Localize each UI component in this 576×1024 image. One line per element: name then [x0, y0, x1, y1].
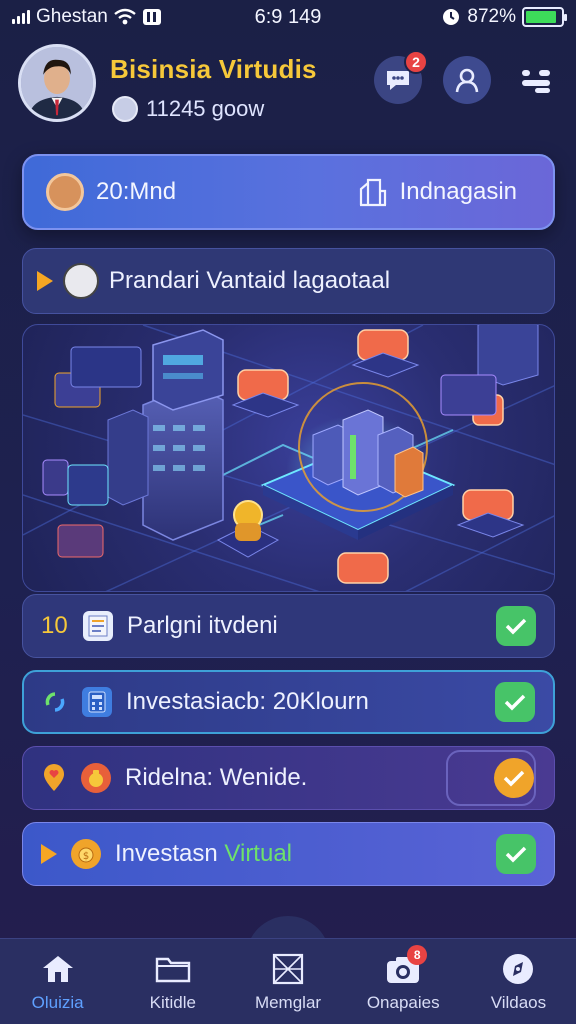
refresh-icon	[45, 692, 65, 712]
task-label: Investasiacb: 20Klourn	[126, 688, 369, 715]
wifi-icon	[114, 8, 136, 25]
svg-text:$: $	[83, 851, 89, 862]
bottom-nav: Oluizia Kitidle Memglar 8 Onapaies Vilda…	[0, 938, 576, 1024]
calculator-icon	[82, 687, 112, 717]
menu-dots-icon	[522, 70, 550, 93]
menu-button[interactable]	[512, 56, 560, 104]
profile-button[interactable]	[443, 56, 491, 104]
status-left: Ghestan	[12, 6, 162, 28]
check-icon[interactable]	[495, 682, 535, 722]
nav-item-map[interactable]: Memglar	[230, 939, 345, 1024]
user-avatar[interactable]	[18, 44, 96, 122]
signal-icon	[12, 10, 30, 24]
app-title: Bisinsia Virtudis	[110, 54, 317, 84]
task-label-prefix: Investasn	[115, 840, 218, 867]
person-thumb-icon	[46, 173, 84, 211]
task-item[interactable]: Ridelna: Wenide.	[22, 746, 555, 810]
battery-percent: 872%	[467, 6, 516, 27]
nfc-icon	[142, 9, 161, 25]
summary-left-label: 20:Mnd	[96, 178, 177, 205]
nav-label: Vildaos	[490, 992, 547, 1012]
nav-item-camera[interactable]: 8 Onapaies	[346, 939, 461, 1024]
user-icon	[455, 68, 479, 93]
carrier-name: Ghestan	[36, 6, 108, 27]
check-frame[interactable]	[446, 750, 536, 806]
play-icon	[41, 844, 57, 864]
task-item[interactable]: 10 Parlgni itvdeni	[22, 594, 555, 658]
nav-label: Oluizia	[31, 992, 84, 1012]
face-thumb-icon	[63, 263, 99, 299]
balance-text: 11245 goow	[146, 96, 265, 121]
app-screen: Ghestan 6:9 149 872% Bisinsia Virtudis 1…	[0, 0, 576, 1024]
header: Bisinsia Virtudis 11245 goow 2	[0, 34, 576, 144]
building-icon	[359, 178, 386, 207]
task-label: Investasn Virtual	[115, 840, 482, 868]
featured-banner[interactable]: Prandari Vantaid lagaotaal	[22, 248, 555, 314]
task-number: 10	[41, 612, 68, 639]
camera-icon: 8	[383, 944, 428, 987]
summary-card[interactable]: 20:Mnd Indnagasin	[22, 154, 555, 230]
play-icon	[37, 271, 53, 291]
isometric-city-icon	[23, 325, 554, 591]
task-item[interactable]: $ Investasn Virtual	[22, 822, 555, 886]
status-right: 872%	[441, 6, 567, 28]
nav-label: Kitidle	[149, 992, 196, 1012]
check-icon[interactable]	[496, 606, 536, 646]
nav-badge: 8	[407, 944, 428, 965]
battery-icon	[522, 7, 567, 27]
nav-label: Onapaies	[366, 992, 440, 1012]
coin-bag-icon: $	[71, 839, 101, 869]
document-icon	[83, 611, 113, 641]
chat-button[interactable]: 2	[374, 50, 428, 104]
battery-level	[526, 11, 556, 23]
task-label: Ridelna: Wenide.	[125, 764, 308, 791]
compass-icon	[498, 951, 538, 987]
chat-badge: 2	[404, 50, 428, 74]
nav-item-folder[interactable]: Kitidle	[115, 939, 230, 1024]
folder-icon	[153, 951, 193, 987]
location-pin-icon	[44, 764, 64, 791]
banner-label: Prandari Vantaid lagaotaal	[109, 267, 391, 294]
city-illustration	[22, 324, 555, 592]
balance-row: 11245 goow	[112, 96, 264, 122]
check-pending-icon	[494, 758, 534, 798]
summary-right[interactable]: Indnagasin	[358, 177, 517, 207]
task-label: Parlgni itvdeni	[127, 612, 278, 639]
nav-item-home[interactable]: Oluizia	[0, 939, 115, 1024]
check-icon[interactable]	[496, 834, 536, 874]
nav-item-explore[interactable]: Vildaos	[461, 939, 576, 1024]
money-bag-icon	[81, 763, 111, 793]
mini-avatar-icon	[112, 96, 138, 122]
task-item[interactable]: Investasiacb: 20Klourn	[22, 670, 555, 734]
summary-right-label: Indnagasin	[399, 178, 517, 205]
alarm-icon	[443, 9, 460, 25]
home-icon	[38, 951, 78, 987]
summary-left: 20:Mnd	[46, 173, 176, 211]
status-bar: Ghestan 6:9 149 872%	[0, 0, 576, 34]
person-portrait-icon	[21, 47, 93, 119]
task-label-highlight: Virtual	[224, 840, 292, 867]
nav-label: Memglar	[254, 992, 322, 1012]
map-icon	[268, 951, 308, 987]
